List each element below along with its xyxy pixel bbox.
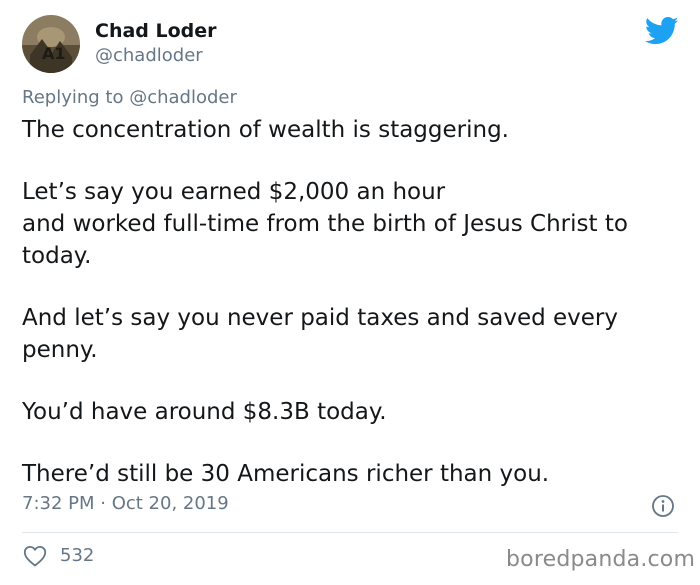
reply-mention-link[interactable]: @chadloder [129,87,237,108]
tweet-line: There’d still be 30 Americans richer tha… [22,461,550,487]
tweet-timestamp[interactable]: 7:32 PM · Oct 20, 2019 [22,493,229,514]
tweet-line: Let’s say you earned $2,000 an hour [22,179,446,205]
author-display-name[interactable]: Chad Loder [95,20,217,42]
tweet-paragraph: The concentration of wealth is staggerin… [22,114,672,146]
avatar[interactable]: A1 [22,15,80,73]
tweet-paragraph: And let’s say you never paid taxes and s… [22,302,672,366]
tweet-paragraph: Let’s say you earned $2,000 an hour and … [22,176,672,272]
info-icon[interactable] [651,494,675,518]
tweet-paragraph: You’d have around $8.3B today. [22,396,672,428]
tweet-line: And let’s say you never paid taxes and s… [22,305,618,363]
twitter-bird-icon[interactable] [645,16,679,46]
tweet-line: and worked full-time from the birth of J… [22,211,628,269]
author-handle[interactable]: @chadloder [95,45,203,66]
tweet-card: A1 Chad Loder @chadloder Replying to @ch… [0,0,700,585]
svg-text:A1: A1 [42,44,66,63]
tweet-paragraph: There’d still be 30 Americans richer tha… [22,458,672,490]
watermark: boredpanda.com [506,547,696,572]
avatar-image: A1 [22,15,80,73]
heart-icon[interactable] [23,545,47,567]
tweet-line: You’d have around $8.3B today. [22,399,387,425]
like-count[interactable]: 532 [60,545,94,566]
replying-to-label: Replying to [22,87,124,108]
replying-to: Replying to @chadloder [22,87,237,108]
tweet-text: The concentration of wealth is staggerin… [22,114,672,520]
divider [22,532,678,533]
tweet-line: The concentration of wealth is staggerin… [22,117,509,143]
